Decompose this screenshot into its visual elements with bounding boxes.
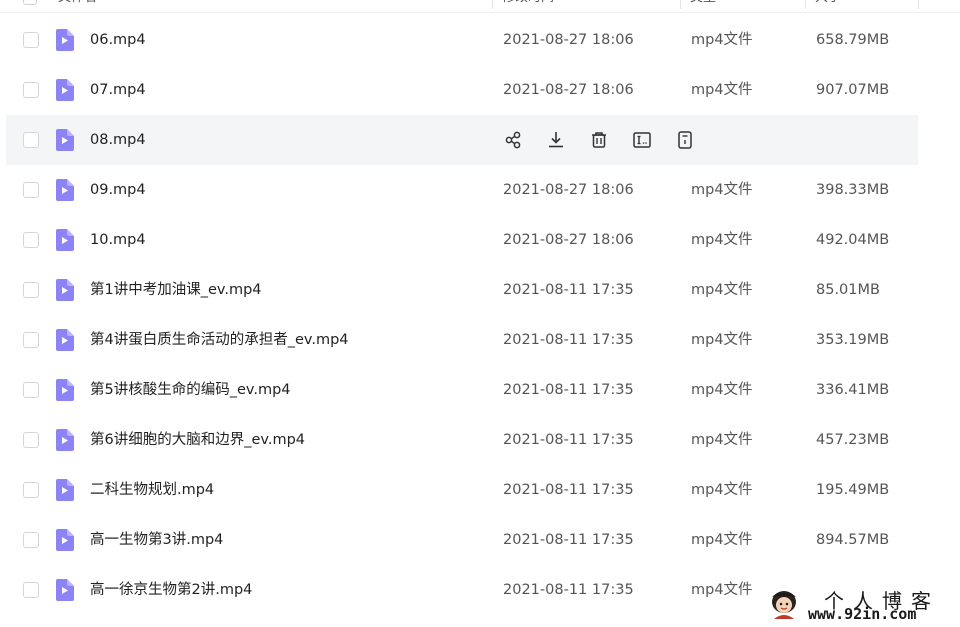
file-name[interactable]: 第1讲中考加油课_ev.mp4: [90, 265, 262, 315]
file-modified-date: 2021-08-11 17:35: [503, 532, 634, 548]
row-checkbox[interactable]: [23, 482, 39, 498]
file-name[interactable]: 08.mp4: [90, 115, 146, 165]
file-type: mp4文件: [691, 332, 753, 348]
file-type: mp4文件: [691, 282, 753, 298]
file-type: mp4文件: [691, 532, 753, 548]
file-size: 658.79MB: [816, 32, 890, 48]
header-divider: [680, 0, 681, 9]
video-file-icon: [56, 329, 74, 351]
select-all-checkbox[interactable]: [23, 0, 37, 5]
details-icon[interactable]: [674, 129, 696, 151]
file-type: mp4文件: [691, 582, 753, 598]
avatar-icon: [772, 591, 796, 619]
file-modified-date: 2021-08-11 17:35: [503, 382, 634, 398]
file-modified-date: 2021-08-11 17:35: [503, 432, 634, 448]
file-modified-date: 2021-08-27 18:06: [503, 32, 634, 48]
video-file-icon: [56, 379, 74, 401]
row-checkbox[interactable]: [23, 232, 39, 248]
file-name[interactable]: 06.mp4: [90, 15, 146, 65]
video-file-icon: [56, 129, 74, 151]
file-type: mp4文件: [691, 232, 753, 248]
file-type: mp4文件: [691, 32, 753, 48]
file-name[interactable]: 09.mp4: [90, 165, 146, 215]
header-divider: [805, 0, 806, 9]
file-type: mp4文件: [691, 82, 753, 98]
header-date[interactable]: 修改时间: [502, 0, 554, 13]
file-type: mp4文件: [691, 182, 753, 198]
file-name[interactable]: 高一生物第3讲.mp4: [90, 515, 223, 565]
file-modified-date: 2021-08-27 18:06: [503, 182, 634, 198]
file-size: 195.49MB: [816, 482, 890, 498]
delete-icon[interactable]: [588, 129, 610, 151]
row-checkbox[interactable]: [23, 32, 39, 48]
file-row[interactable]: 09.mp4 2021-08-27 18:06 mp4文件 398.33MB: [6, 165, 918, 215]
header-type[interactable]: 类型: [690, 0, 716, 13]
video-file-icon: [56, 429, 74, 451]
video-file-icon: [56, 79, 74, 101]
file-row[interactable]: 06.mp4 2021-08-27 18:06 mp4文件 658.79MB: [6, 15, 918, 65]
share-icon[interactable]: [502, 129, 524, 151]
file-size: 353.19MB: [816, 332, 890, 348]
header-divider: [918, 0, 919, 9]
file-name[interactable]: 第6讲细胞的大脑和边界_ev.mp4: [90, 415, 305, 465]
row-checkbox[interactable]: [23, 432, 39, 448]
file-row[interactable]: 08.mp4: [6, 115, 918, 165]
file-modified-date: 2021-08-11 17:35: [503, 482, 634, 498]
rename-icon[interactable]: [631, 129, 653, 151]
file-modified-date: 2021-08-11 17:35: [503, 582, 634, 598]
video-file-icon: [56, 279, 74, 301]
file-name[interactable]: 二科生物规划.mp4: [90, 465, 214, 515]
file-name[interactable]: 07.mp4: [90, 65, 146, 115]
file-row[interactable]: 07.mp4 2021-08-27 18:06 mp4文件 907.07MB: [6, 65, 918, 115]
row-checkbox[interactable]: [23, 382, 39, 398]
file-size: 398.33MB: [816, 182, 890, 198]
video-file-icon: [56, 579, 74, 601]
file-row[interactable]: 第4讲蛋白质生命活动的承担者_ev.mp4 2021-08-11 17:35 mp4…: [6, 315, 918, 365]
header-divider: [492, 0, 493, 9]
video-file-icon: [56, 229, 74, 251]
header-name[interactable]: 文件名: [58, 0, 97, 13]
file-modified-date: 2021-08-11 17:35: [503, 282, 634, 298]
file-size: 492.04MB: [816, 232, 890, 248]
file-size: 85.01MB: [816, 282, 880, 298]
file-type: mp4文件: [691, 382, 753, 398]
file-size: 907.07MB: [816, 82, 890, 98]
row-checkbox[interactable]: [23, 332, 39, 348]
file-name[interactable]: 第4讲蛋白质生命活动的承担者_ev.mp4: [90, 315, 349, 365]
file-size: 894.57MB: [816, 532, 890, 548]
file-modified-date: 2021-08-27 18:06: [503, 232, 634, 248]
file-type: mp4文件: [691, 432, 753, 448]
video-file-icon: [56, 479, 74, 501]
file-row[interactable]: 第6讲细胞的大脑和边界_ev.mp4 2021-08-11 17:35 mp4文件 4…: [6, 415, 918, 465]
file-modified-date: 2021-08-11 17:35: [503, 332, 634, 348]
file-row[interactable]: 10.mp4 2021-08-27 18:06 mp4文件 492.04MB: [6, 215, 918, 265]
watermark-url: www.92in.com: [808, 605, 917, 623]
row-checkbox[interactable]: [23, 582, 39, 598]
watermark: 个人博客 www.92in.com: [768, 585, 954, 625]
download-icon[interactable]: [545, 129, 567, 151]
file-row[interactable]: 第5讲核酸生命的编码_ev.mp4 2021-08-11 17:35 mp4文件 33…: [6, 365, 918, 415]
header-size[interactable]: 大小: [815, 0, 841, 13]
video-file-icon: [56, 529, 74, 551]
file-size: 457.23MB: [816, 432, 890, 448]
file-name[interactable]: 高一徐京生物第2讲.mp4: [90, 565, 252, 615]
row-checkbox[interactable]: [23, 532, 39, 548]
file-row[interactable]: 高一生物第3讲.mp4 2021-08-11 17:35 mp4文件 894.57MB: [6, 515, 918, 565]
file-list-header: 文件名 修改时间 ⌄ 类型 大小: [0, 0, 960, 13]
file-type: mp4文件: [691, 482, 753, 498]
file-name[interactable]: 第5讲核酸生命的编码_ev.mp4: [90, 365, 291, 415]
row-checkbox[interactable]: [23, 82, 39, 98]
video-file-icon: [56, 179, 74, 201]
row-checkbox[interactable]: [23, 282, 39, 298]
file-size: 336.41MB: [816, 382, 890, 398]
row-checkbox[interactable]: [23, 132, 39, 148]
sort-chevron-icon[interactable]: ⌄: [662, 0, 670, 13]
file-row[interactable]: 二科生物规划.mp4 2021-08-11 17:35 mp4文件 195.49MB: [6, 465, 918, 515]
row-checkbox[interactable]: [23, 182, 39, 198]
video-file-icon: [56, 29, 74, 51]
file-name[interactable]: 10.mp4: [90, 215, 146, 265]
file-modified-date: 2021-08-27 18:06: [503, 82, 634, 98]
file-row[interactable]: 第1讲中考加油课_ev.mp4 2021-08-11 17:35 mp4文件 85.0…: [6, 265, 918, 315]
